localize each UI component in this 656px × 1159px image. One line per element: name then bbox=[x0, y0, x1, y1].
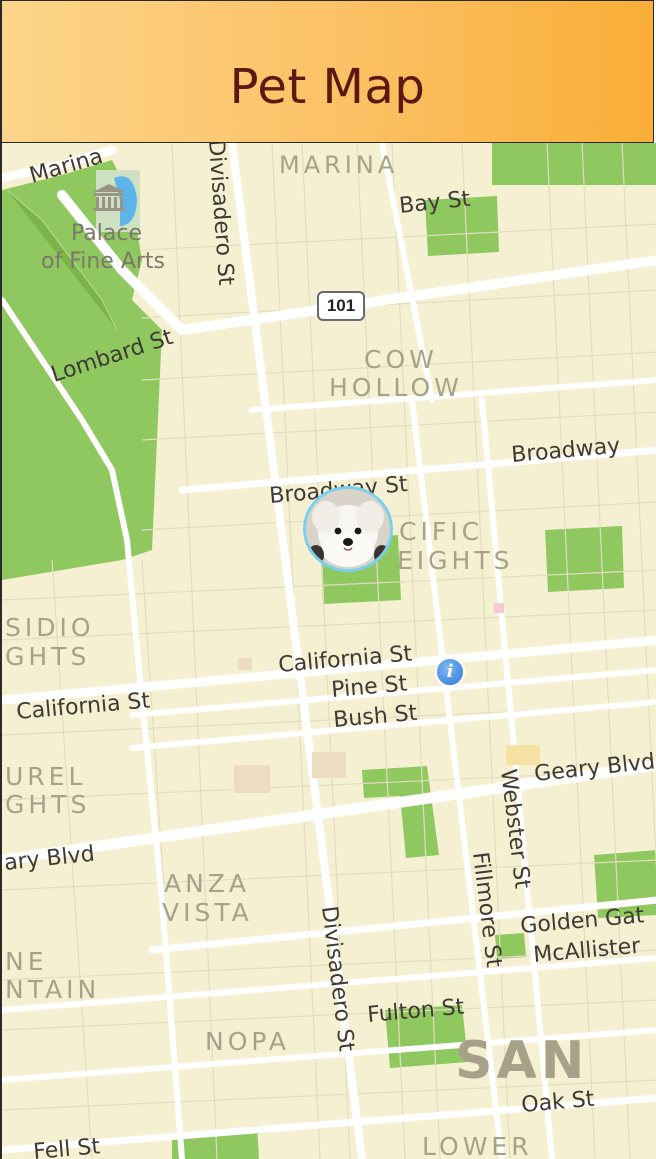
district-san: SAN bbox=[455, 1031, 588, 1091]
district-nopa: NOPA bbox=[205, 1027, 290, 1056]
highway-shield: 101 bbox=[317, 291, 365, 321]
district-lower: LOWER bbox=[422, 1132, 533, 1159]
district-mountain: NTAIN bbox=[5, 975, 100, 1004]
district-anza: ANZA bbox=[164, 869, 250, 898]
district-heights: EIGHTS bbox=[397, 546, 513, 575]
district-presidio: SIDIO bbox=[5, 613, 95, 642]
district-pacific: CIFIC bbox=[399, 517, 483, 546]
info-icon[interactable]: i bbox=[435, 657, 465, 687]
landmark-name-line2: of Fine Arts bbox=[41, 249, 165, 274]
district-vista: VISTA bbox=[162, 898, 253, 927]
district-laurel-heights: GHTS bbox=[5, 790, 90, 819]
page-title: Pet Map bbox=[229, 59, 426, 115]
pet-location-marker[interactable] bbox=[303, 486, 393, 572]
map-view[interactable]: MARINA COW HOLLOW CIFIC EIGHTS SIDIO GHT… bbox=[0, 143, 656, 1159]
app-screen: Pet Map MARINA COW HOLLOW CIFIC EIGHTS S… bbox=[0, 0, 656, 1159]
landmark-name-line1: Palace bbox=[71, 221, 142, 246]
dog-photo-icon bbox=[306, 489, 390, 569]
district-presidio-heights: GHTS bbox=[5, 642, 90, 671]
district-lone: NE bbox=[5, 947, 48, 976]
navigation-bar: Pet Map bbox=[0, 0, 654, 143]
park-top-right bbox=[492, 143, 656, 185]
district-laurel: UREL bbox=[5, 762, 86, 791]
park-lafayette bbox=[545, 526, 624, 592]
district-cow: COW bbox=[364, 345, 438, 374]
district-marina: MARINA bbox=[279, 151, 398, 179]
district-hollow: HOLLOW bbox=[329, 373, 463, 402]
